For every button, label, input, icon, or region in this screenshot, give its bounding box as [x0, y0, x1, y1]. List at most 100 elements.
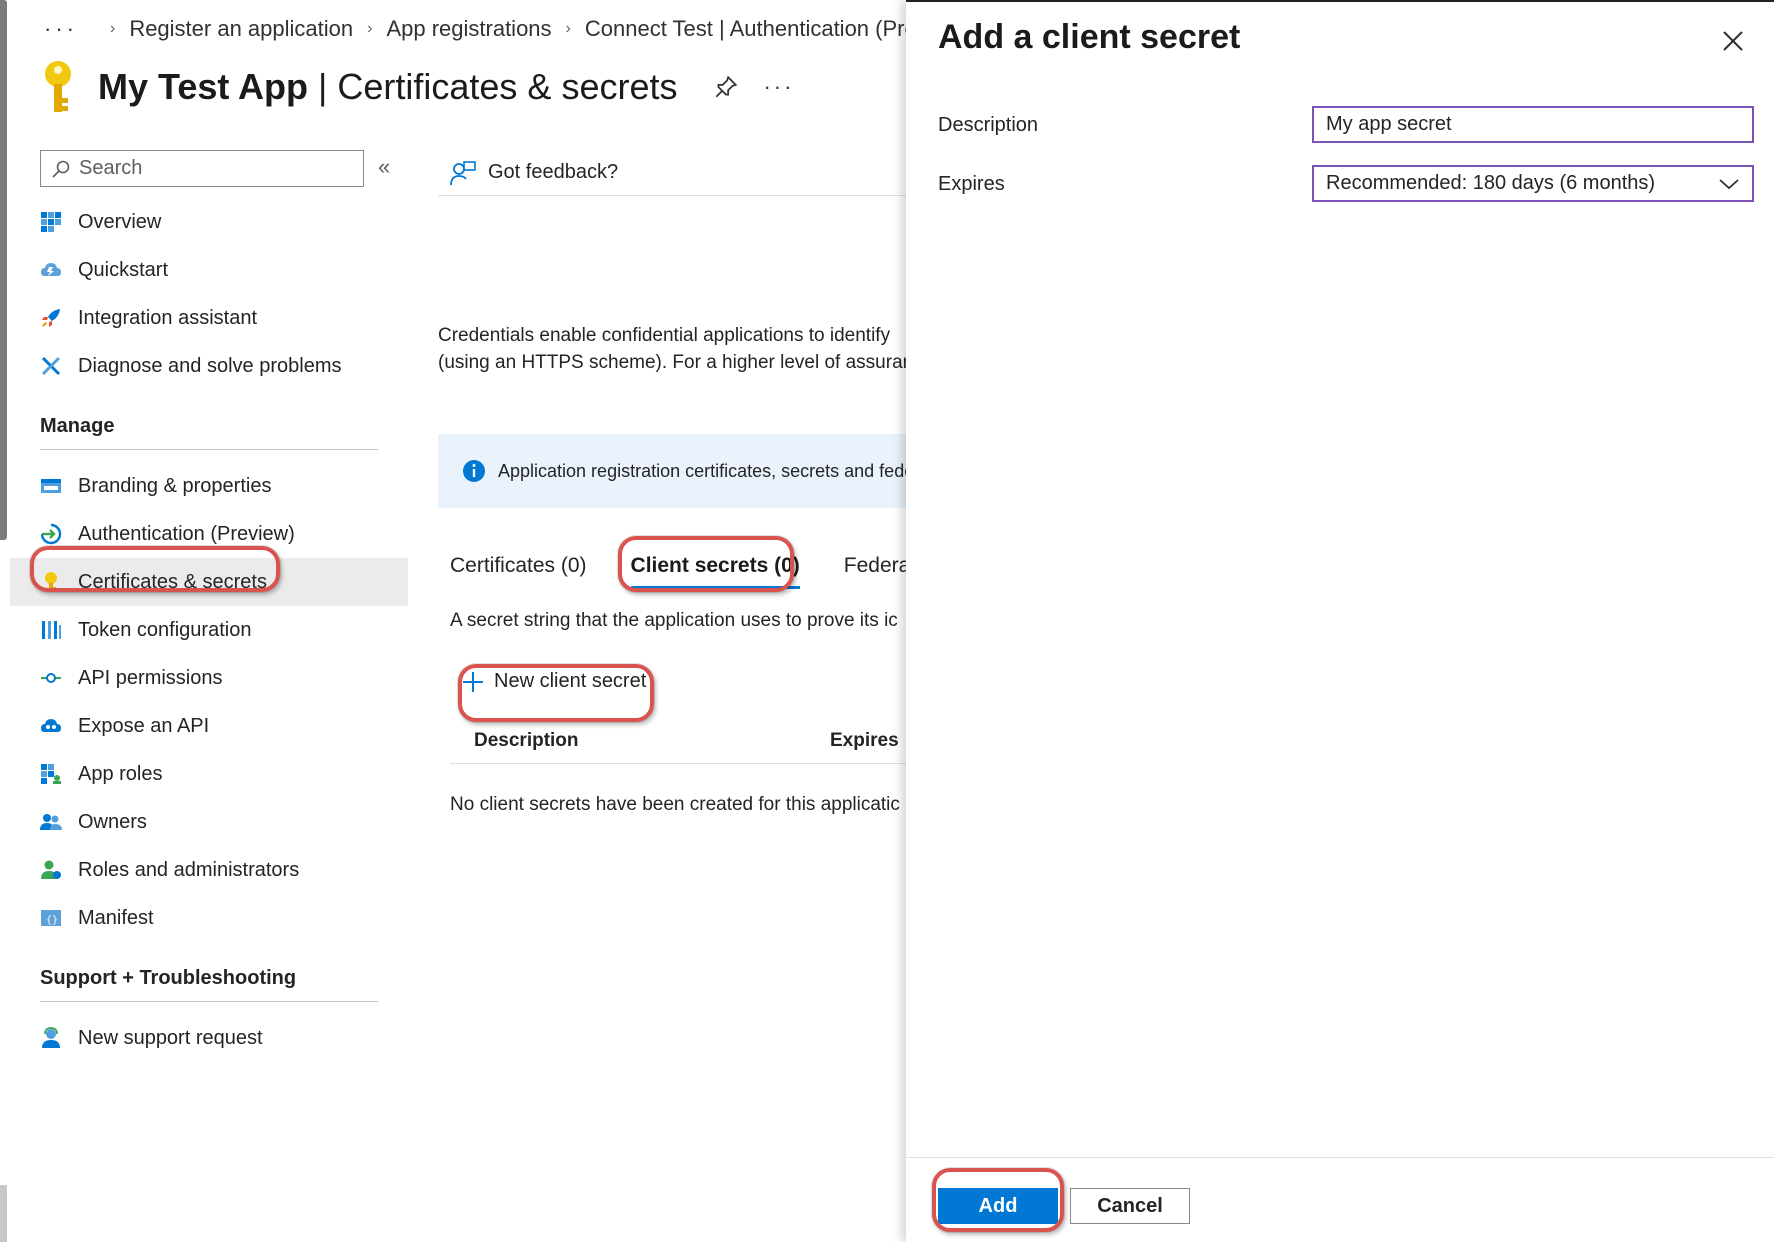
sidebar-item-quickstart[interactable]: Quickstart [10, 246, 408, 294]
credentials-line: Credentials enable confidential applicat… [438, 325, 891, 346]
key-icon [40, 571, 62, 593]
title-separator: | [308, 66, 338, 107]
section-header-manage: Manage [10, 390, 408, 450]
sidebar-item-label: Expose an API [78, 714, 210, 737]
sidebar-item-integration-assistant[interactable]: Integration assistant [10, 294, 408, 342]
add-client-secret-panel: Add a client secret Description My app s… [906, 0, 1774, 1242]
feedback-label: Got feedback? [488, 161, 619, 183]
feedback-bar[interactable]: Got feedback? [438, 150, 908, 196]
sidebar-item-app-roles[interactable]: App roles [10, 750, 408, 798]
expires-dropdown[interactable]: Recommended: 180 days (6 months) [1312, 165, 1754, 202]
sidebar-item-label: Owners [78, 810, 147, 833]
sidebar-item-label: Quickstart [78, 258, 169, 281]
info-banner: Application registration certificates, s… [438, 434, 908, 508]
owners-icon [40, 811, 62, 833]
breadcrumb: ··· › Register an application › App regi… [44, 16, 968, 42]
new-client-secret-label: New client secret [494, 670, 647, 692]
expires-value: Recommended: 180 days (6 months) [1326, 172, 1656, 194]
sidebar-item-label: Token configuration [78, 618, 252, 641]
info-text: Application registration certificates, s… [498, 460, 908, 481]
app-name: My Test App [98, 66, 309, 107]
credentials-line: (using an HTTPS scheme). For a higher le… [438, 352, 908, 373]
token-bars-icon [40, 619, 62, 641]
rocket-icon [40, 307, 62, 329]
chevron-right-icon: › [367, 20, 373, 37]
breadcrumb-item[interactable]: App registrations [386, 16, 551, 42]
nav-list: Overview Quickstart Integration assistan… [10, 198, 408, 1062]
column-header-description[interactable]: Description [474, 730, 579, 752]
add-button[interactable]: Add [938, 1188, 1058, 1224]
grid-icon [40, 211, 62, 233]
close-icon[interactable] [1720, 28, 1746, 54]
app-roles-icon [40, 763, 62, 785]
description-value: My app secret [1326, 113, 1452, 135]
description-label: Description [938, 114, 1039, 136]
section-header-support: Support + Troubleshooting [10, 942, 408, 1002]
tab-federated[interactable]: Federated [844, 546, 908, 589]
more-options-icon[interactable]: ··· [763, 74, 794, 100]
collapse-sidebar-icon[interactable]: « [378, 154, 390, 180]
tab-certificates[interactable]: Certificates (0) [450, 546, 587, 589]
new-client-secret-button[interactable]: New client secret [462, 670, 646, 693]
secrets-table-header: Description Expires [450, 722, 908, 764]
breadcrumb-ellipsis[interactable]: ··· [44, 16, 78, 42]
main-content: Got feedback? Credentials enable confide… [438, 150, 908, 1242]
branding-icon [40, 475, 62, 497]
credentials-description: Credentials enable confidential applicat… [438, 322, 908, 376]
left-scrollbar-track [0, 1185, 7, 1242]
sidebar-item-label: Manifest [78, 906, 154, 929]
sidebar-item-roles-administrators[interactable]: Roles and administrators [10, 846, 408, 894]
sidebar-item-label: New support request [78, 1026, 263, 1049]
roles-admin-icon [40, 859, 62, 881]
sidebar-item-label: App roles [78, 762, 163, 785]
cloud-icon [40, 259, 62, 281]
tools-icon [40, 355, 62, 377]
client-secret-description: A secret string that the application use… [450, 610, 898, 631]
sidebar-item-label: Roles and administrators [78, 858, 300, 881]
feedback-person-icon [450, 160, 476, 185]
sidebar-item-diagnose[interactable]: Diagnose and solve problems [10, 342, 408, 390]
plus-icon [463, 671, 483, 692]
chevron-right-icon: › [109, 20, 116, 37]
authentication-icon [40, 523, 62, 545]
left-scrollbar[interactable] [0, 0, 7, 540]
sidebar-item-label: Certificates & secrets [78, 570, 267, 593]
sidebar-item-label: Branding & properties [78, 474, 272, 497]
sidebar-item-authentication[interactable]: Authentication (Preview) [10, 510, 408, 558]
api-permissions-icon [40, 667, 62, 689]
search-icon [52, 160, 70, 178]
chevron-right-icon: › [565, 20, 571, 37]
tab-client-secrets[interactable]: Client secrets (0) [630, 546, 800, 589]
sidebar-item-manifest[interactable]: {} Manifest [10, 894, 408, 942]
column-header-expires[interactable]: Expires [830, 730, 899, 752]
tab-list: Certificates (0) Client secrets (0) Fede… [450, 546, 908, 589]
search-input[interactable]: Search [40, 150, 364, 187]
sidebar-item-api-permissions[interactable]: API permissions [10, 654, 408, 702]
panel-title: Add a client secret [938, 18, 1241, 56]
panel-footer: Add Cancel [906, 1157, 1774, 1242]
info-icon [463, 460, 485, 482]
cloud-api-icon [40, 715, 62, 737]
chevron-down-icon [1719, 179, 1739, 190]
sidebar-item-branding[interactable]: Branding & properties [10, 462, 408, 510]
support-person-icon [40, 1027, 62, 1049]
page-section: Certificates & secrets [337, 66, 678, 107]
sidebar-item-expose-api[interactable]: Expose an API [10, 702, 408, 750]
search-placeholder: Search [79, 157, 143, 179]
sidebar-item-overview[interactable]: Overview [10, 198, 408, 246]
svg-text:{}: {} [46, 915, 58, 926]
breadcrumb-item[interactable]: Register an application [129, 16, 353, 42]
sidebar-item-new-support-request[interactable]: New support request [10, 1014, 408, 1062]
cancel-button[interactable]: Cancel [1070, 1188, 1190, 1224]
sidebar-item-owners[interactable]: Owners [10, 798, 408, 846]
description-field[interactable]: My app secret [1312, 106, 1754, 143]
expires-label: Expires [938, 173, 1005, 195]
pin-icon[interactable] [713, 74, 739, 100]
empty-secrets-message: No client secrets have been created for … [450, 794, 900, 815]
sidebar-item-token-configuration[interactable]: Token configuration [10, 606, 408, 654]
sidebar-item-label: Diagnose and solve problems [78, 354, 342, 377]
sidebar-item-label: API permissions [78, 666, 223, 689]
sidebar-item-certificates-secrets[interactable]: Certificates & secrets [10, 558, 408, 606]
